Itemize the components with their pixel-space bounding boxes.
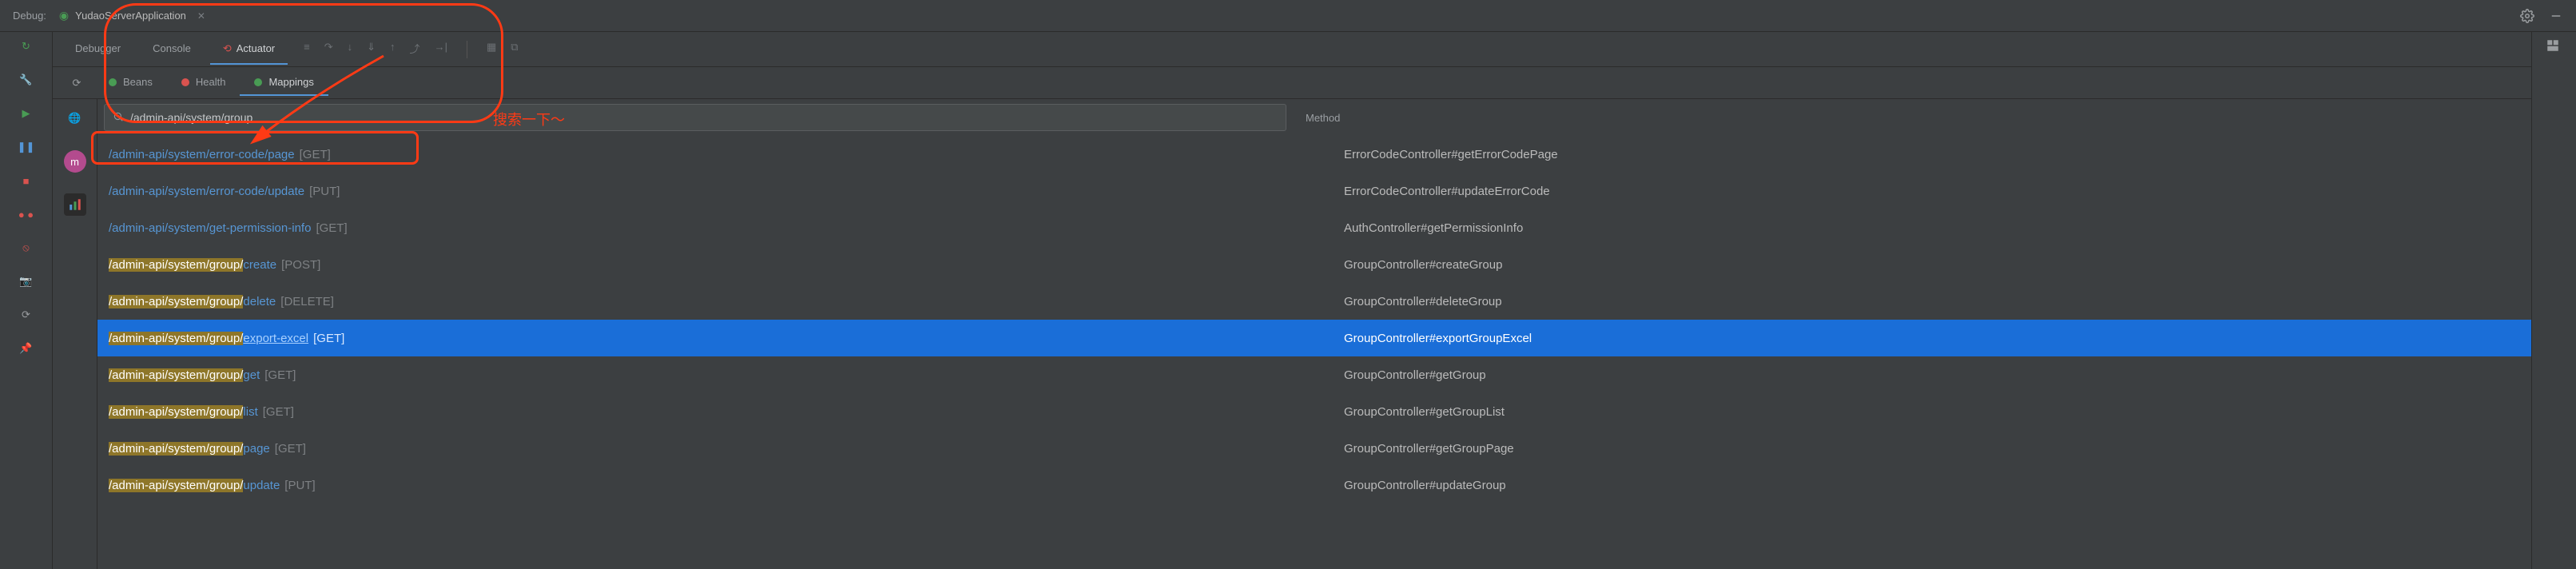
table-row[interactable]: /admin-api/system/group/export-excel [GE… [97, 320, 2531, 356]
http-verb: [PUT] [309, 185, 340, 198]
http-verb: [GET] [264, 368, 296, 382]
endpoint-match: /admin-api/system/group/ [109, 368, 243, 382]
table-row[interactable]: /admin-api/system/group/delete [DELETE] G… [97, 283, 2531, 320]
pin-icon[interactable]: 📌 [18, 340, 34, 356]
table-row[interactable]: /admin-api/system/get-permission-info [G… [97, 209, 2531, 246]
leaf-icon [109, 78, 117, 86]
resume-icon[interactable]: ▶ [18, 105, 34, 121]
debug-header: Debug: ◉ YudaoServerApplication ✕ [0, 0, 2576, 32]
tab-console[interactable]: Console [140, 34, 204, 64]
endpoint-suffix[interactable]: page [243, 442, 269, 456]
controller-method: AuthController#getPermissionInfo [1325, 221, 2531, 235]
chart-icon[interactable] [64, 193, 86, 216]
layout-icon[interactable] [2546, 38, 2563, 56]
endpoint-match: /admin-api/system/group/ [109, 295, 243, 308]
stop-icon[interactable]: ■ [18, 173, 34, 189]
controller-method: GroupController#createGroup [1325, 258, 2531, 272]
table-row[interactable]: /admin-api/system/group/update [PUT] Grou… [97, 467, 2531, 503]
refresh-icon[interactable]: ⟳ [59, 77, 94, 90]
step-out-icon[interactable]: ↑ [390, 41, 396, 58]
endpoint-match: /admin-api/system/group/ [109, 258, 243, 272]
http-verb: [PUT] [284, 479, 315, 492]
table-row[interactable]: /admin-api/system/group/get [GET] GroupCo… [97, 356, 2531, 393]
endpoint-match: /admin-api/system/group/ [109, 442, 243, 456]
http-verb: [GET] [316, 221, 347, 235]
controller-method: GroupController#deleteGroup [1325, 295, 2531, 308]
debug-label: Debug: [13, 10, 46, 22]
http-verb: [DELETE] [280, 295, 334, 308]
right-gutter [2531, 32, 2576, 569]
run-configuration[interactable]: ◉ YudaoServerApplication ✕ [59, 9, 205, 22]
controller-method: GroupController#updateGroup [1325, 479, 2531, 492]
run-config-name: YudaoServerApplication [75, 10, 186, 22]
endpoint-suffix[interactable]: update [243, 479, 280, 492]
endpoint-suffix[interactable]: delete [243, 295, 276, 308]
table-row[interactable]: /admin-api/system/group/page [GET] GroupC… [97, 430, 2531, 467]
endpoint-match: /admin-api/system/group/ [109, 405, 243, 419]
column-header-method: Method [1286, 112, 2525, 124]
endpoint-suffix[interactable]: create [243, 258, 276, 272]
search-input[interactable] [130, 111, 1278, 124]
controller-method: GroupController#getGroupList [1325, 405, 2531, 419]
debug-tabs: Debugger Console ⟲ Actuator ≡ ↷ ↓ ⇓ ↑ ⤴ … [53, 32, 2531, 67]
wrench-icon[interactable]: 🔧 [18, 72, 34, 88]
camera-icon[interactable]: 📷 [18, 273, 34, 289]
table-row[interactable]: /admin-api/system/group/list [GET] GroupC… [97, 393, 2531, 430]
minimize-icon[interactable] [2549, 9, 2563, 23]
controller-method: GroupController#getGroup [1325, 368, 2531, 382]
controller-method: GroupController#exportGroupExcel [1325, 332, 2531, 345]
http-verb: [GET] [300, 148, 331, 161]
mappings-icon [254, 78, 262, 86]
subtab-beans[interactable]: Beans [94, 70, 167, 96]
table-row[interactable]: /admin-api/system/error-code/update [PUT… [97, 173, 2531, 209]
tab-actuator[interactable]: ⟲ Actuator [210, 34, 288, 65]
profile-icon[interactable]: m [64, 150, 86, 173]
table-row[interactable]: /admin-api/system/group/create [POST] Gro… [97, 246, 2531, 283]
actuator-subtabs: ⟳ Beans Health Mappings [53, 67, 2531, 99]
restart-icon[interactable]: ⟳ [18, 307, 34, 323]
tab-debugger[interactable]: Debugger [62, 34, 133, 64]
endpoint-suffix[interactable]: get [243, 368, 260, 382]
endpoint-link[interactable]: /admin-api/system/error-code/update [109, 185, 304, 198]
endpoint-link[interactable]: /admin-api/system/get-permission-info [109, 221, 311, 235]
trace-icon[interactable]: ⧉ [511, 41, 518, 58]
globe-icon[interactable]: 🌐 [64, 107, 86, 129]
drop-frame-icon[interactable]: ⤴ [410, 41, 420, 58]
controller-method: GroupController#getGroupPage [1325, 442, 2531, 456]
gear-icon[interactable] [2520, 9, 2534, 23]
heart-icon [181, 78, 189, 86]
left-gutter: ↻ 🔧 ▶ ❚❚ ■ ● ● ⦸ 📷 ⟳ 📌 [0, 32, 53, 569]
run-to-cursor-icon[interactable]: →| [435, 41, 447, 58]
spring-icon: ◉ [59, 9, 69, 22]
http-verb: [POST] [281, 258, 320, 272]
endpoint-link[interactable]: /admin-api/system/error-code/page [109, 148, 295, 161]
breakpoints-icon[interactable]: ● ● [18, 206, 34, 222]
subtab-mappings[interactable]: Mappings [240, 70, 328, 96]
controller-method: ErrorCodeController#getErrorCodePage [1325, 148, 2531, 161]
close-icon[interactable]: ✕ [197, 10, 205, 22]
table-row[interactable]: /admin-api/system/error-code/page [GET] E… [97, 136, 2531, 173]
step-over-icon[interactable]: ↷ [324, 41, 333, 58]
endpoint-suffix[interactable]: list [243, 405, 257, 419]
search-box[interactable] [104, 104, 1286, 131]
search-icon [113, 111, 124, 125]
mappings-table: Method /admin-api/system/error-code/page… [97, 99, 2531, 569]
http-verb: [GET] [263, 405, 294, 419]
controller-method: ErrorCodeController#updateErrorCode [1325, 185, 2531, 198]
content-icon-rail: 🌐 m [53, 99, 97, 569]
subtab-health[interactable]: Health [167, 70, 241, 96]
mute-breakpoints-icon[interactable]: ⦸ [18, 240, 34, 256]
debug-toolbar: ≡ ↷ ↓ ⇓ ↑ ⤴ →| ▦ ⧉ [304, 41, 518, 58]
step-list-icon[interactable]: ≡ [304, 41, 310, 58]
endpoint-match: /admin-api/system/group/ [109, 479, 243, 492]
endpoint-match: /admin-api/system/group/ [109, 332, 243, 345]
http-verb: [GET] [313, 332, 344, 345]
step-into-icon[interactable]: ↓ [348, 41, 353, 58]
pause-icon[interactable]: ❚❚ [18, 139, 34, 155]
endpoint-suffix[interactable]: export-excel [243, 332, 308, 345]
rerun-icon[interactable]: ↻ [18, 38, 34, 54]
force-step-into-icon[interactable]: ⇓ [367, 41, 376, 58]
evaluate-icon[interactable]: ▦ [487, 41, 496, 58]
http-verb: [GET] [275, 442, 306, 456]
